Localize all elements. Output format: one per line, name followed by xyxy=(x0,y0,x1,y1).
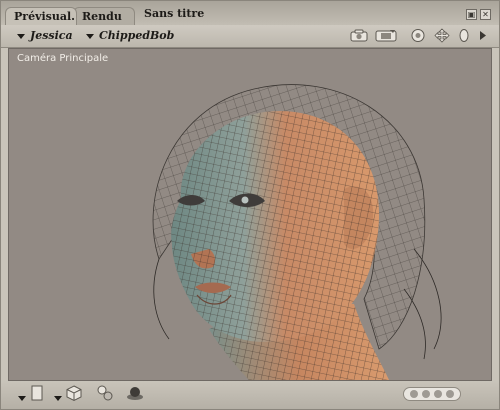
element-select-value: ChippedBob xyxy=(99,29,175,42)
scale-icon[interactable] xyxy=(458,28,470,43)
render-icon[interactable] xyxy=(375,28,397,43)
tab-preview[interactable]: Prévisual. xyxy=(5,7,77,25)
trackball-icon[interactable] xyxy=(410,28,426,43)
window-resize-icon[interactable]: ▣ xyxy=(466,9,477,20)
pager-dot[interactable] xyxy=(434,390,442,398)
ground-icon[interactable] xyxy=(126,385,144,405)
dropdown-triangle-icon[interactable] xyxy=(17,388,27,407)
element-select[interactable]: ChippedBob xyxy=(86,29,174,43)
preview-toolbar: Jessica ChippedBob xyxy=(1,25,499,48)
figure-select-value: Jessica xyxy=(30,29,73,42)
bottom-bar xyxy=(1,381,499,409)
figure-select[interactable]: Jessica xyxy=(17,29,73,43)
tab-render[interactable]: Rendu xyxy=(73,7,135,25)
preview-window: Rendu Prévisual. Sans titre ▣ ✕ Jessica … xyxy=(0,0,500,410)
move-icon[interactable] xyxy=(432,28,452,43)
view-pager[interactable] xyxy=(403,387,461,401)
wireframe-head-model xyxy=(152,84,442,380)
dropdown-triangle-icon xyxy=(86,33,94,39)
background-color-swatch[interactable] xyxy=(31,385,43,405)
dropdown-triangle-icon xyxy=(17,33,25,39)
pager-dot[interactable] xyxy=(422,390,430,398)
window-close-icon[interactable]: ✕ xyxy=(480,9,491,20)
pager-dot[interactable] xyxy=(446,390,454,398)
camera-icon[interactable] xyxy=(349,28,369,43)
lights-icon[interactable] xyxy=(96,384,114,406)
preview-viewport[interactable]: Caméra Principale xyxy=(8,48,492,381)
dropdown-triangle-icon[interactable] xyxy=(53,388,63,407)
window-title: Sans titre xyxy=(144,7,205,20)
expand-arrow-icon[interactable] xyxy=(478,28,488,43)
pager-dot[interactable] xyxy=(410,390,418,398)
tab-bar: Rendu Prévisual. Sans titre ▣ ✕ xyxy=(1,1,499,25)
cube-icon[interactable] xyxy=(65,384,83,406)
